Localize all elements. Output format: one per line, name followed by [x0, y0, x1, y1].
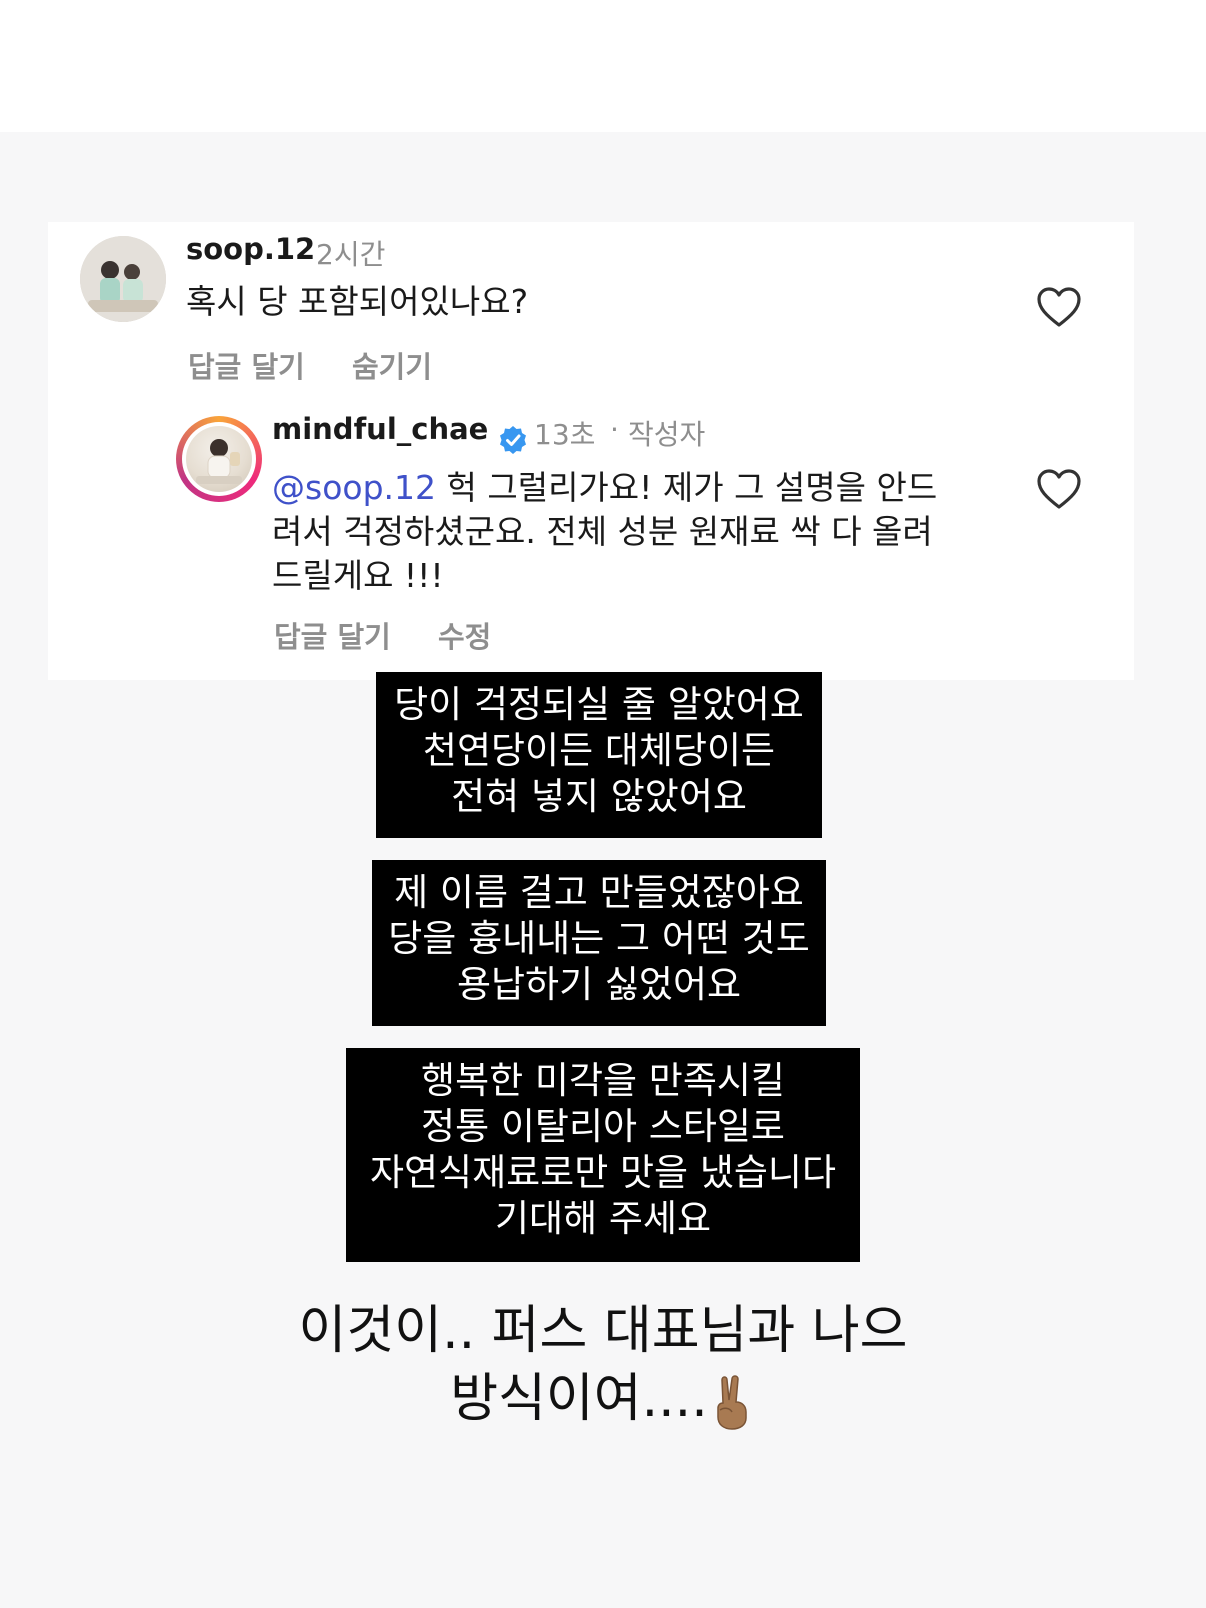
hide-button[interactable]: 숨기기 [352, 344, 432, 386]
caption-box-3: 행복한 미각을 만족시킬 정통 이탈리아 스타일로 자연식재료로만 맛을 냈습니… [346, 1048, 860, 1262]
caption-line: 제 이름 걸고 만들었잖아요 [394, 871, 804, 914]
caption-box-1: 당이 걱정되실 줄 알았어요 천연당이든 대체당이든 전혀 넣지 않았어요 [376, 672, 822, 838]
meta-separator: · [610, 413, 619, 446]
avatar-photo-icon [80, 236, 166, 322]
verified-badge-icon [500, 426, 526, 454]
author-tag: 작성자 [628, 418, 706, 451]
author-avatar [186, 426, 252, 492]
reply-text-line2: 려서 걱정하셨군요. 전체 성분 원재료 싹 다 올려 [272, 512, 933, 551]
reply-timestamp: 13초 [534, 418, 596, 451]
story-top-area [0, 0, 1206, 132]
comment-timestamp: 2시간 [316, 238, 386, 271]
caption-line: 전혀 넣지 않았어요 [451, 775, 747, 818]
caption-line: 당이 걱정되실 줄 알았어요 [394, 683, 804, 726]
reply-text-line3: 드릴게요 !!! [272, 556, 444, 595]
caption-line: 자연식재료로만 맛을 냈습니다 [369, 1151, 837, 1194]
caption-box-2: 제 이름 걸고 만들었잖아요 당을 흉내내는 그 어떤 것도 용납하기 싫었어요 [372, 860, 826, 1026]
reply-like-heart-icon[interactable] [1036, 468, 1082, 510]
commenter-avatar[interactable] [80, 236, 166, 322]
caption-line: 기대해 주세요 [494, 1197, 711, 1240]
story-text-line2-text: 방식이여.... [450, 1369, 708, 1429]
commenter-username[interactable]: soop.12 [186, 232, 315, 266]
reply-text: @soop.12 헉 그럴리가요! 제가 그 설명을 안드 려서 걱정하셨군요.… [272, 466, 992, 598]
edit-button[interactable]: 수정 [438, 614, 491, 656]
comment-text: 혹시 당 포함되어있나요? [186, 282, 529, 321]
caption-line: 용납하기 싫었어요 [456, 963, 742, 1006]
author-avatar-story-ring[interactable] [176, 416, 262, 502]
reply-button[interactable]: 답글 달기 [188, 344, 305, 386]
story-text-line1: 이것이.. 퍼스 대표님과 나으 [298, 1301, 908, 1361]
caption-line: 천연당이든 대체당이든 [422, 729, 776, 772]
reply-text-line1: 헉 그럴리가요! 제가 그 설명을 안드 [436, 468, 938, 507]
author-username[interactable]: mindful_chae [272, 412, 488, 446]
story-text-line2: 방식이여.... [0, 1366, 1206, 1432]
caption-line: 정통 이탈리아 스타일로 [421, 1105, 785, 1148]
victory-hand-emoji-icon [716, 1375, 747, 1430]
reply-reply-button[interactable]: 답글 달기 [274, 614, 391, 656]
author-photo-icon [196, 439, 242, 484]
caption-line: 당을 흉내내는 그 어떤 것도 [388, 917, 810, 960]
caption-line: 행복한 미각을 만족시킬 [421, 1059, 785, 1102]
mention-link[interactable]: @soop.12 [272, 468, 436, 507]
like-heart-icon[interactable] [1036, 286, 1082, 328]
